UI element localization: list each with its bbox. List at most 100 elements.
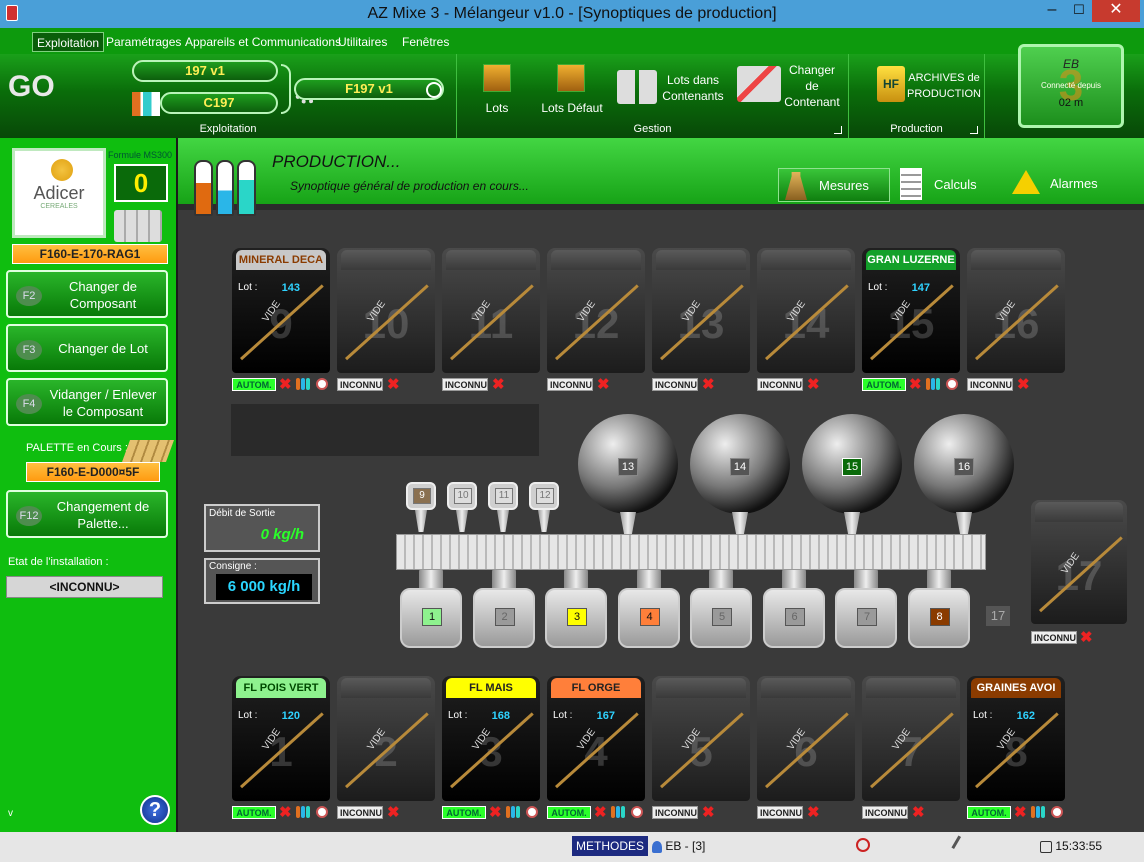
silo-15[interactable]: GRAN LUZERNELot :14715VIDE bbox=[862, 248, 960, 373]
user-session-panel[interactable]: EB 3 Connecté depuis 02 m bbox=[1018, 44, 1124, 128]
mixer-station[interactable]: 4 bbox=[617, 588, 680, 648]
silo-status[interactable]: INCONNU bbox=[652, 378, 698, 391]
changement-palette-button[interactable]: F12 Changement de Palette... bbox=[6, 490, 168, 538]
component-pill[interactable]: C197 bbox=[160, 92, 278, 114]
small-hopper[interactable]: 9 bbox=[406, 482, 436, 510]
changer-composant-button[interactable]: F2 Changer de Composant bbox=[6, 270, 168, 318]
f12-key-label: F12 bbox=[16, 506, 42, 526]
menu-exploitation[interactable]: Exploitation bbox=[32, 32, 105, 52]
vidanger-button[interactable]: F4 Vidanger / Enlever le Composant bbox=[6, 378, 168, 426]
close-icon[interactable]: ✖ bbox=[279, 805, 292, 820]
close-icon[interactable]: ✖ bbox=[912, 805, 925, 820]
consigne-panel[interactable]: Consigne : 6 000 kg/h bbox=[204, 558, 320, 604]
silo-status[interactable]: INCONNU bbox=[757, 806, 803, 819]
maximize-button[interactable]: ☐ bbox=[1064, 0, 1094, 22]
changer-lot-button[interactable]: F3 Changer de Lot bbox=[6, 324, 168, 372]
silo-6[interactable]: 6VIDE bbox=[757, 676, 855, 801]
menu-utilitaires[interactable]: Utilitaires bbox=[334, 32, 391, 52]
close-icon[interactable]: ✖ bbox=[702, 805, 715, 820]
close-icon[interactable]: ✖ bbox=[597, 377, 610, 392]
silo-status[interactable]: AUTOM. bbox=[442, 806, 486, 819]
user-status-label: EB - [3] bbox=[665, 839, 706, 853]
close-icon[interactable]: ✖ bbox=[387, 805, 400, 820]
close-icon[interactable]: ✖ bbox=[279, 377, 292, 392]
silo-10[interactable]: 10VIDE bbox=[337, 248, 435, 373]
close-icon[interactable]: ✖ bbox=[1080, 630, 1093, 645]
close-icon[interactable]: ✖ bbox=[807, 805, 820, 820]
silo-status[interactable]: INCONNU bbox=[1031, 631, 1077, 644]
silo-11[interactable]: 11VIDE bbox=[442, 248, 540, 373]
silo-status[interactable]: INCONNU bbox=[757, 378, 803, 391]
silo-7[interactable]: 7VIDE bbox=[862, 676, 960, 801]
go-button[interactable]: GO bbox=[8, 70, 55, 104]
close-icon[interactable]: ✖ bbox=[909, 377, 922, 392]
close-icon[interactable]: ✖ bbox=[387, 377, 400, 392]
silo-status[interactable]: INCONNU bbox=[862, 806, 908, 819]
mesures-tab[interactable]: Mesures bbox=[778, 168, 890, 202]
silo-status[interactable]: INCONNU bbox=[337, 806, 383, 819]
silo-status[interactable]: AUTOM. bbox=[232, 378, 276, 391]
close-icon[interactable]: ✖ bbox=[1014, 805, 1027, 820]
menu-parametrages[interactable]: Paramétrages bbox=[102, 32, 185, 52]
close-icon[interactable]: ✖ bbox=[489, 805, 502, 820]
close-icon[interactable]: ✖ bbox=[594, 805, 607, 820]
production-expand-icon[interactable] bbox=[970, 126, 978, 134]
silo-name: GRAN LUZERNE bbox=[866, 250, 956, 270]
silo-cap bbox=[761, 678, 851, 698]
silo-4[interactable]: FL ORGELot :1674VIDE bbox=[547, 676, 645, 801]
silo-status[interactable]: AUTOM. bbox=[232, 806, 276, 819]
silo-status[interactable]: INCONNU bbox=[652, 806, 698, 819]
calculs-tab[interactable]: Calculs bbox=[896, 168, 1008, 202]
silo-status[interactable]: AUTOM. bbox=[547, 806, 591, 819]
close-icon[interactable]: ✖ bbox=[492, 377, 505, 392]
mixer-station[interactable]: 3 bbox=[545, 588, 607, 648]
silo-status[interactable]: INCONNU bbox=[337, 378, 383, 391]
close-button[interactable]: ✕ bbox=[1092, 0, 1140, 22]
menu-appareils[interactable]: Appareils et Communications bbox=[181, 32, 345, 52]
weight-icon bbox=[785, 172, 807, 200]
mixer-station[interactable]: 6 bbox=[762, 588, 825, 648]
recipe-pill[interactable]: 197 v1 bbox=[132, 60, 278, 82]
refresh-icon[interactable] bbox=[426, 82, 442, 98]
silo-9[interactable]: MINERAL DECALot :1439VIDE bbox=[232, 248, 330, 373]
silo-status[interactable]: AUTOM. bbox=[967, 806, 1011, 819]
silo-1[interactable]: FL POIS VERTLot :1201VIDE bbox=[232, 676, 330, 801]
archives-button[interactable]: HF ARCHIVES de PRODUCTION bbox=[875, 64, 983, 114]
silo-17[interactable]: 17VIDE bbox=[1031, 500, 1127, 624]
silo-16[interactable]: 16VIDE bbox=[967, 248, 1065, 373]
f2-key-label: F2 bbox=[16, 286, 42, 306]
close-icon[interactable]: ✖ bbox=[807, 377, 820, 392]
silo-2[interactable]: 2VIDE bbox=[337, 676, 435, 801]
mixer-station[interactable]: 7 bbox=[835, 588, 897, 648]
silo-5[interactable]: 5VIDE bbox=[652, 676, 750, 801]
small-hopper[interactable]: 12 bbox=[529, 482, 559, 510]
lots-contenants-button[interactable]: Lots dans Contenants bbox=[617, 64, 727, 120]
lots-defaut-button[interactable]: Lots Défaut bbox=[537, 60, 607, 116]
silo-3[interactable]: FL MAISLot :1683VIDE bbox=[442, 676, 540, 801]
changer-contenant-button[interactable]: Changer de Contenant bbox=[735, 62, 841, 118]
lots-button[interactable]: Lots bbox=[477, 60, 517, 116]
silo-status[interactable]: AUTOM. bbox=[862, 378, 906, 391]
mixer-station[interactable]: 5 bbox=[690, 588, 752, 648]
close-icon[interactable]: ✖ bbox=[1017, 377, 1030, 392]
formula-pill[interactable]: F197 v1 bbox=[294, 78, 444, 100]
mixer-station[interactable]: 1 bbox=[400, 588, 462, 648]
silo-13[interactable]: 13VIDE bbox=[652, 248, 750, 373]
small-hopper[interactable]: 10 bbox=[447, 482, 477, 510]
mixer-station[interactable]: 2 bbox=[472, 588, 535, 648]
close-icon[interactable]: ✖ bbox=[702, 377, 715, 392]
mixer-station[interactable]: 8 bbox=[907, 588, 970, 648]
silo-12[interactable]: 12VIDE bbox=[547, 248, 645, 373]
alarmes-tab[interactable]: Alarmes bbox=[1010, 168, 1130, 202]
gestion-expand-icon[interactable] bbox=[834, 126, 842, 134]
containers-icon bbox=[617, 70, 657, 104]
silo-8[interactable]: GRAINES AVOILot :1628VIDE bbox=[967, 676, 1065, 801]
silo-status[interactable]: INCONNU bbox=[442, 378, 488, 391]
small-hopper[interactable]: 11 bbox=[488, 482, 518, 510]
silo-14[interactable]: 14VIDE bbox=[757, 248, 855, 373]
help-button[interactable]: ? bbox=[140, 795, 170, 825]
silo-status[interactable]: INCONNU bbox=[967, 378, 1013, 391]
mixer-number: 5 bbox=[712, 608, 732, 626]
silo-status[interactable]: INCONNU bbox=[547, 378, 593, 391]
menu-fenetres[interactable]: Fenêtres bbox=[398, 32, 453, 52]
